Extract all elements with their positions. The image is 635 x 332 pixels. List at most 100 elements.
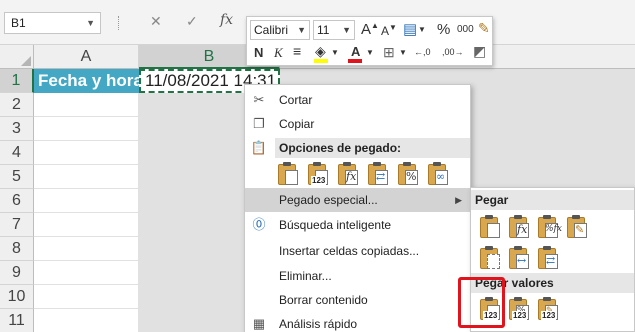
- paste-values-label: 123: [311, 176, 327, 185]
- formula-glyph: fx: [517, 223, 528, 236]
- font-color-icon[interactable]: A: [351, 44, 360, 59]
- paste-formatting-button[interactable]: %: [397, 161, 421, 187]
- paste-values-label: 123: [541, 311, 557, 320]
- chevron-right-icon: ▶: [455, 195, 462, 205]
- row-header-5[interactable]: 5: [0, 165, 34, 189]
- borders-icon[interactable]: ⊞: [383, 44, 395, 61]
- excel-window: B1 ▼ ✕ ✓ fx A B 1 2 3 4 5 6 7 8 9 10 11 …: [0, 0, 635, 332]
- menu-item-quick-analysis-label: Análisis rápido: [279, 317, 358, 331]
- paste-button[interactable]: [277, 161, 301, 187]
- smart-lookup-icon: ⓪: [252, 217, 266, 232]
- font-name-value: Calibri: [254, 23, 289, 37]
- transpose-icon: ⇄: [376, 170, 386, 183]
- scissors-icon: ✂: [253, 92, 265, 107]
- paste-values-source-format-button[interactable]: ✎ 123: [537, 296, 561, 322]
- copy-icon: ❐: [253, 116, 265, 131]
- cancel-icon[interactable]: ✕: [150, 13, 162, 30]
- clipboard-icon: 📋: [250, 140, 268, 155]
- menu-item-clear-contents[interactable]: Borrar contenido: [245, 288, 470, 312]
- paste-all-button[interactable]: [479, 214, 503, 240]
- menu-item-cut-label: Cortar: [279, 93, 313, 107]
- menu-item-insert-copied-label: Insertar celdas copiadas...: [279, 244, 420, 258]
- menu-item-delete[interactable]: Eliminar...: [245, 264, 470, 288]
- chevron-down-icon: ▼: [342, 25, 351, 35]
- menu-item-paste-special-label: Pegado especial...: [279, 193, 378, 207]
- decrease-decimal-icon[interactable]: ,00→: [442, 47, 464, 57]
- insert-function-icon[interactable]: fx: [220, 12, 233, 28]
- font-color-swatch: [348, 59, 362, 63]
- mini-toolbar: Calibri ▼ 11 ▼ A▲ A▼ ▤ ▼ % 000 ✎ N K ≡ ◈…: [246, 16, 493, 66]
- menu-item-copy-label: Copiar: [279, 117, 315, 131]
- align-center-icon[interactable]: ≡: [293, 43, 301, 59]
- row-header-9[interactable]: 9: [0, 261, 34, 285]
- grow-font-icon[interactable]: A▲: [361, 21, 379, 38]
- menu-item-paste-special[interactable]: Pegado especial... ▶: [245, 188, 470, 212]
- shrink-font-icon[interactable]: A▼: [381, 23, 397, 38]
- menu-item-quick-analysis[interactable]: ▦ Análisis rápido: [245, 312, 470, 332]
- name-box[interactable]: B1 ▼: [4, 12, 101, 34]
- row-header-6[interactable]: 6: [0, 189, 34, 213]
- column-header-a[interactable]: A: [34, 45, 139, 69]
- increase-decimal-icon[interactable]: ←,0: [414, 47, 431, 57]
- paste-formulas-button[interactable]: fx: [508, 214, 532, 240]
- menu-item-cut[interactable]: ✂ Cortar: [245, 88, 470, 112]
- name-box-value: B1: [11, 16, 26, 30]
- cell-a1[interactable]: Fecha y hora:: [34, 69, 149, 93]
- transpose-icon: ⇄: [546, 254, 556, 267]
- bold-icon[interactable]: N: [254, 45, 263, 60]
- menu-item-insert-copied[interactable]: Insertar celdas copiadas...: [245, 239, 470, 263]
- formula-bar-separator: [118, 16, 120, 30]
- paste-transpose-button[interactable]: ⇄: [537, 245, 561, 271]
- quick-analysis-icon: ▦: [252, 316, 266, 331]
- paste-link-button[interactable]: ∞: [427, 161, 451, 187]
- row-header-11[interactable]: 11: [0, 309, 34, 332]
- link-icon: ∞: [436, 170, 446, 183]
- brush-icon: ✎: [575, 223, 585, 236]
- paste-no-borders-button[interactable]: [479, 245, 503, 271]
- font-size-value: 11: [317, 23, 330, 37]
- percent-formula-glyph: %fx: [545, 224, 562, 234]
- row-header-3[interactable]: 3: [0, 117, 34, 141]
- select-all-corner[interactable]: [0, 45, 34, 69]
- fill-color-swatch: [314, 59, 328, 63]
- row-header-7[interactable]: 7: [0, 213, 34, 237]
- fill-color-icon[interactable]: ◈: [315, 43, 326, 60]
- eraser-icon[interactable]: ◩: [473, 43, 486, 60]
- row-header-8[interactable]: 8: [0, 237, 34, 261]
- row-header-4[interactable]: 4: [0, 141, 34, 165]
- enter-icon[interactable]: ✓: [186, 13, 198, 30]
- menu-item-smart-lookup-label: Búsqueda inteligente: [279, 218, 392, 232]
- row-header-10[interactable]: 10: [0, 285, 34, 309]
- highlight-box: [458, 277, 505, 328]
- menu-item-clear-contents-label: Borrar contenido: [279, 293, 368, 307]
- chevron-down-icon[interactable]: ▼: [366, 48, 374, 57]
- chevron-down-icon: ▼: [297, 25, 306, 35]
- paste-values-number-format-button[interactable]: % 123: [508, 296, 532, 322]
- menu-item-smart-lookup[interactable]: ⓪ Búsqueda inteligente: [245, 213, 470, 237]
- chevron-down-icon[interactable]: ▼: [418, 25, 426, 34]
- menu-item-copy[interactable]: ❐ Copiar: [245, 112, 470, 136]
- chevron-down-icon[interactable]: ▼: [331, 48, 339, 57]
- paste-keep-source-format-button[interactable]: ✎: [566, 214, 590, 240]
- paste-transpose-button[interactable]: ⇄: [367, 161, 391, 187]
- context-menu: ✂ Cortar ❐ Copiar 📋 Opciones de pegado: …: [244, 84, 471, 332]
- paste-column-widths-button[interactable]: ↔: [508, 245, 532, 271]
- row-header-1[interactable]: 1: [0, 69, 34, 93]
- percent-brush-icon: %: [406, 170, 417, 183]
- row-header-2[interactable]: 2: [0, 93, 34, 117]
- paste-section-header: Pegar: [471, 190, 634, 210]
- column-width-icon: ↔: [517, 254, 527, 267]
- format-painter-icon[interactable]: ✎: [478, 20, 490, 37]
- paste-formulas-number-format-button[interactable]: %fx: [537, 214, 562, 240]
- number-format-icon[interactable]: ▤: [403, 20, 417, 38]
- paste-options-header: Opciones de pegado:: [275, 138, 470, 158]
- paste-values-button[interactable]: 123: [307, 161, 331, 187]
- paste-formulas-button[interactable]: fx: [337, 161, 361, 187]
- chevron-down-icon[interactable]: ▼: [86, 13, 95, 33]
- percent-icon[interactable]: %: [437, 21, 450, 38]
- font-size-select[interactable]: 11 ▼: [313, 20, 355, 40]
- chevron-down-icon[interactable]: ▼: [399, 48, 407, 57]
- italic-icon[interactable]: K: [274, 45, 283, 61]
- font-name-select[interactable]: Calibri ▼: [250, 20, 310, 40]
- thousands-separator-icon[interactable]: 000: [457, 24, 474, 35]
